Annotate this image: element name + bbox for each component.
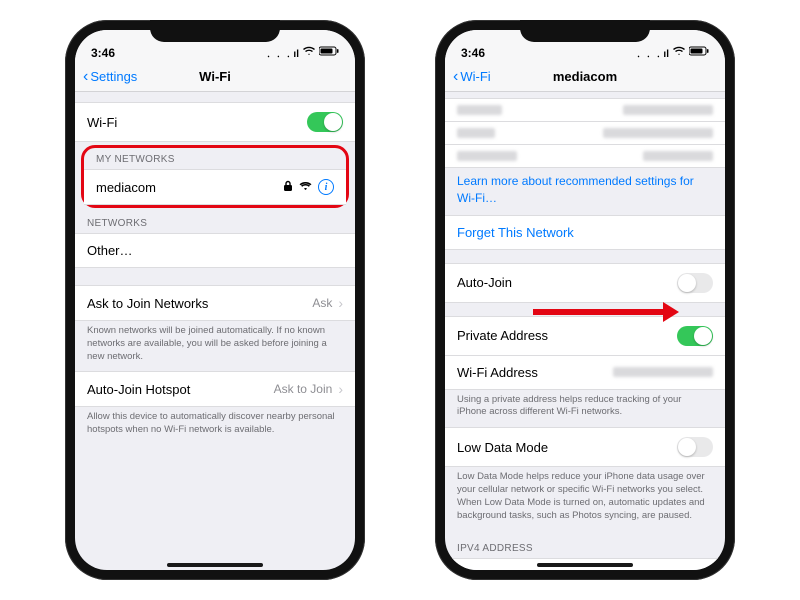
private-address-toggle[interactable] — [677, 326, 713, 346]
nav-bar: ‹ Settings Wi-Fi — [75, 62, 355, 92]
learn-more-link[interactable]: Learn more about recommended settings fo… — [457, 174, 694, 205]
chevron-right-icon: › — [338, 295, 343, 311]
annotation-highlight: MY NETWORKS mediacom i — [81, 145, 349, 208]
ipv4-header: IPV4 ADDRESS — [445, 531, 725, 558]
hotspot-label: Auto-Join Hotspot — [87, 382, 190, 397]
phone-left: 3:46 ﹒﹒﹒ıl ‹ Settings Wi-Fi Wi-Fi — [65, 20, 365, 580]
networks-header: NETWORKS — [75, 206, 355, 233]
wifi-label: Wi-Fi — [87, 115, 117, 130]
private-address-footer: Using a private address helps reduce tra… — [445, 389, 725, 428]
lock-icon — [283, 180, 293, 195]
signal-icon: ﹒﹒﹒ıl — [633, 45, 669, 60]
signal-icon: ﹒﹒﹒ıl — [263, 45, 299, 60]
home-indicator[interactable] — [167, 563, 263, 567]
nav-title: mediacom — [445, 69, 725, 84]
wifi-address-label: Wi-Fi Address — [457, 365, 538, 380]
other-network-row[interactable]: Other… — [75, 233, 355, 268]
auto-join-hotspot-row[interactable]: Auto-Join Hotspot Ask to Join › — [75, 371, 355, 407]
chevron-right-icon: › — [338, 381, 343, 397]
hotspot-footer: Allow this device to automatically disco… — [75, 406, 355, 445]
nav-bar: ‹ Wi-Fi mediacom — [445, 62, 725, 92]
ask-to-join-row[interactable]: Ask to Join Networks Ask › — [75, 285, 355, 321]
low-data-footer: Low Data Mode helps reduce your iPhone d… — [445, 466, 725, 530]
battery-icon — [689, 46, 709, 59]
chevron-right-icon: › — [708, 568, 713, 571]
home-indicator[interactable] — [537, 563, 633, 567]
configure-ip-value: Automatic — [649, 569, 702, 571]
low-data-toggle[interactable] — [677, 437, 713, 457]
auto-join-label: Auto-Join — [457, 275, 512, 290]
blurred-info-2 — [445, 121, 725, 145]
info-icon[interactable]: i — [318, 179, 334, 195]
auto-join-row[interactable]: Auto-Join — [445, 263, 725, 303]
wifi-icon — [303, 46, 315, 59]
notch — [150, 20, 280, 42]
ask-value: Ask — [312, 296, 332, 310]
network-detail-content: Learn more about recommended settings fo… — [445, 92, 725, 570]
forget-network-row[interactable]: Forget This Network — [445, 215, 725, 250]
wifi-toggle[interactable] — [307, 112, 343, 132]
configure-ip-label: Configure IP — [457, 568, 529, 570]
status-time: 3:46 — [461, 46, 485, 60]
wifi-address-row: Wi-Fi Address — [445, 355, 725, 390]
other-label: Other… — [87, 243, 133, 258]
network-name: mediacom — [96, 180, 156, 195]
status-time: 3:46 — [91, 46, 115, 60]
nav-title: Wi-Fi — [75, 69, 355, 84]
ask-label: Ask to Join Networks — [87, 296, 208, 311]
screen-left: 3:46 ﹒﹒﹒ıl ‹ Settings Wi-Fi Wi-Fi — [75, 30, 355, 570]
private-address-row[interactable]: Private Address — [445, 316, 725, 356]
status-right: ﹒﹒﹒ıl — [263, 45, 339, 60]
wifi-icon — [673, 46, 685, 59]
blurred-info-1 — [445, 98, 725, 122]
wifi-toggle-row[interactable]: Wi-Fi — [75, 102, 355, 142]
phone-right: 3:46 ﹒﹒﹒ıl ‹ Wi-Fi mediacom — [435, 20, 735, 580]
auto-join-toggle[interactable] — [677, 273, 713, 293]
battery-icon — [319, 46, 339, 59]
low-data-label: Low Data Mode — [457, 440, 548, 455]
ask-footer: Known networks will be joined automatica… — [75, 320, 355, 371]
screen-right: 3:46 ﹒﹒﹒ıl ‹ Wi-Fi mediacom — [445, 30, 725, 570]
network-row-mediacom[interactable]: mediacom i — [84, 169, 346, 205]
private-address-label: Private Address — [457, 328, 548, 343]
status-right: ﹒﹒﹒ıl — [633, 45, 709, 60]
hotspot-value: Ask to Join — [274, 382, 333, 396]
wifi-settings-content: Wi-Fi MY NETWORKS mediacom i — [75, 92, 355, 570]
low-data-mode-row[interactable]: Low Data Mode — [445, 427, 725, 467]
my-networks-header: MY NETWORKS — [84, 148, 346, 169]
notch — [520, 20, 650, 42]
blurred-info-3 — [445, 144, 725, 168]
forget-label: Forget This Network — [457, 225, 574, 240]
wifi-strength-icon — [299, 180, 312, 194]
